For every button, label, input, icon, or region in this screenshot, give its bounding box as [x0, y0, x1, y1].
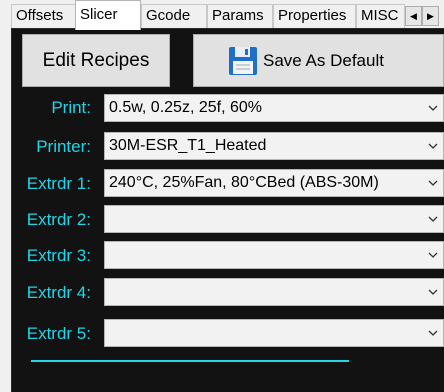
- extruder-3-label: Extrdr 3:: [26, 246, 91, 265]
- chevron-down-icon: [428, 330, 438, 336]
- tab-gcode[interactable]: Gcode: [141, 4, 207, 28]
- save-as-default-label: Save As Default: [263, 50, 384, 70]
- printer-select[interactable]: 30M-ESR_T1_Heated: [104, 132, 444, 160]
- chevron-down-icon: [428, 252, 438, 258]
- save-as-default-button[interactable]: Save As Default: [193, 34, 444, 87]
- extruder-3-select[interactable]: [104, 241, 444, 269]
- chevron-down-icon: [428, 216, 438, 222]
- printer-select-value: 30M-ESR_T1_Heated: [109, 137, 267, 154]
- scroll-right-icon[interactable]: ▶: [422, 6, 439, 26]
- print-select[interactable]: 0.5w, 0.25z, 25f, 60%: [104, 94, 444, 122]
- scroll-left-icon[interactable]: ◀: [405, 6, 422, 26]
- chevron-down-icon: [428, 105, 438, 111]
- extruder-1-label: Extrdr 1:: [26, 174, 91, 193]
- extruder-4-select[interactable]: [104, 278, 444, 306]
- tab-slicer[interactable]: Slicer: [75, 0, 141, 30]
- print-label: Print:: [51, 98, 91, 117]
- floppy-disk-icon: [229, 46, 257, 75]
- extruder-5-label: Extrdr 5:: [26, 324, 91, 343]
- extruder-1-select-value: 240°C, 25%Fan, 80°CBed (ABS-30M): [109, 174, 379, 191]
- divider-line: [31, 360, 349, 362]
- extruder-1-select[interactable]: 240°C, 25%Fan, 80°CBed (ABS-30M): [104, 169, 444, 197]
- print-select-value: 0.5w, 0.25z, 25f, 60%: [109, 99, 262, 116]
- chevron-down-icon: [428, 143, 438, 149]
- tab-offsets[interactable]: Offsets: [11, 4, 76, 28]
- extruder-4-label: Extrdr 4:: [26, 283, 91, 302]
- tab-params[interactable]: Params: [207, 4, 273, 28]
- extruder-2-label: Extrdr 2:: [26, 210, 91, 229]
- chevron-down-icon: [428, 289, 438, 295]
- edit-recipes-label: Edit Recipes: [42, 49, 150, 71]
- extruder-2-select[interactable]: [104, 205, 444, 233]
- tab-strip: Offsets Slicer Gcode Params Properties M…: [0, 0, 444, 30]
- tab-misc[interactable]: MISC: [356, 4, 405, 28]
- printer-label: Printer:: [36, 137, 91, 156]
- tab-properties[interactable]: Properties: [273, 4, 356, 28]
- edit-recipes-button[interactable]: Edit Recipes: [22, 34, 170, 87]
- chevron-down-icon: [428, 180, 438, 186]
- extruder-5-select[interactable]: [104, 319, 444, 347]
